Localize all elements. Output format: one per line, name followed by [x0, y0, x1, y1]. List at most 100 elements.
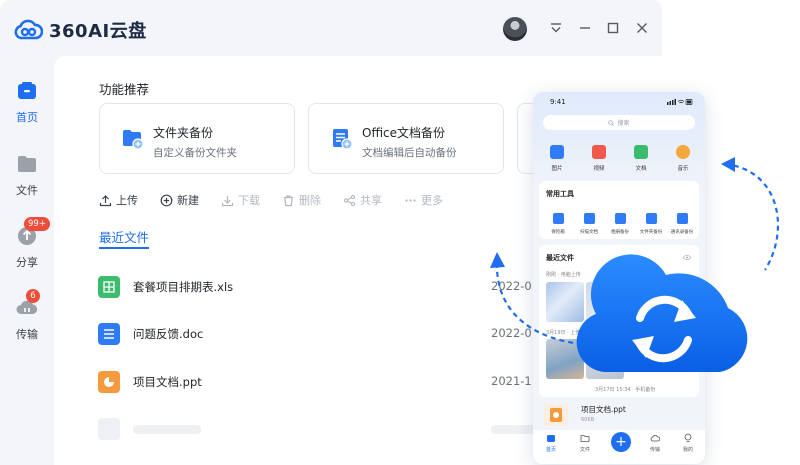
card-title: Office文档备份 — [362, 126, 446, 140]
phone-mockup: 9:41 搜索 图片 视频 文档 音乐 常用工具 保险箱 扫描文档 相册备份 文… — [533, 92, 705, 464]
phone-quick-videos[interactable]: 视频 — [579, 145, 619, 172]
placeholder-icon — [98, 418, 120, 440]
thumbnail-image[interactable] — [546, 339, 584, 379]
file-date: 2022-0 — [491, 279, 532, 293]
tool-label: 文件夹备份 — [639, 230, 663, 235]
user-icon — [684, 433, 692, 442]
search-icon — [608, 119, 615, 126]
cloud-icon — [650, 435, 660, 442]
tool-album-backup[interactable]: 相册备份 — [603, 213, 637, 235]
nav-label: 分享 — [16, 256, 38, 269]
app-logo: 360AI云盘 — [13, 17, 147, 43]
phone-quick-music[interactable]: 音乐 — [663, 145, 703, 172]
thumbnail-image[interactable] — [586, 282, 624, 322]
nav-item-home[interactable]: 首页 — [0, 74, 54, 130]
thumbnail-image[interactable] — [546, 282, 584, 322]
section-title: 功能推荐 — [99, 82, 150, 97]
dashed-arrow-path — [724, 162, 779, 271]
file-name: 套餐项目排期表.xls — [133, 280, 234, 294]
phone-search-bar[interactable]: 搜索 — [543, 115, 695, 130]
transfer-cloud-icon: 6 — [16, 289, 40, 319]
safe-icon — [552, 213, 564, 224]
file-name: 项目文档.ppt — [133, 375, 202, 389]
nav-item-share[interactable]: 99+ 分享 — [0, 217, 54, 275]
card-subtitle: 自定义备份文件夹 — [153, 147, 237, 159]
tab-label: 首页 — [545, 447, 556, 453]
phone-file-name: 项目文档.ppt — [581, 405, 626, 414]
maximize-button[interactable] — [603, 18, 623, 38]
nav-item-transfer[interactable]: 6 传输 — [0, 289, 54, 347]
recent-meta: 3月17日 15:34 · 手机备份 — [595, 387, 656, 393]
share-nodes-icon — [343, 194, 356, 206]
create-button[interactable]: 新建 — [160, 191, 199, 209]
phone-status-icons — [667, 99, 693, 105]
scan-icon — [583, 213, 595, 224]
download-button[interactable]: 下载 — [221, 191, 260, 209]
phone-add-button[interactable]: + — [611, 432, 631, 452]
upload-label: 上传 — [116, 194, 138, 207]
upload-icon — [99, 194, 112, 206]
delete-button[interactable]: 删除 — [282, 191, 321, 209]
phone-bottom-nav: 首页 文件 + 传输 我的 — [533, 430, 705, 464]
delete-label: 删除 — [299, 194, 321, 207]
card-title: 文件夹备份 — [153, 126, 214, 140]
phone-file-row[interactable]: 项目文档.ppt 60KB — [539, 400, 699, 430]
trash-icon — [284, 194, 293, 206]
phone-tab-files[interactable]: 文件 — [570, 433, 600, 453]
dropdown-menu-button[interactable] — [546, 18, 566, 38]
file-date: 2021-11 — [491, 374, 540, 388]
phone-tab-home[interactable]: 首页 — [536, 433, 566, 453]
phone-tools-card: 常用工具 保险箱 扫描文档 相册备份 文件夹备份 通讯录备份 — [539, 181, 699, 239]
phone-tab-mine[interactable]: 我的 — [673, 433, 703, 453]
card-subtitle: 文档编辑后自动备份 — [362, 147, 457, 159]
tool-label: 相册备份 — [611, 230, 629, 235]
doc-icon — [98, 323, 120, 345]
quick-label: 图片 — [551, 166, 563, 172]
transfer-badge: 6 — [26, 289, 40, 303]
spreadsheet-icon — [98, 276, 120, 298]
tool-safe[interactable]: 保险箱 — [541, 213, 575, 235]
tool-contacts-backup[interactable]: 通讯录备份 — [665, 213, 699, 235]
close-button[interactable] — [632, 18, 652, 38]
tool-label: 保险箱 — [551, 230, 565, 235]
phone-search-placeholder: 搜索 — [617, 120, 630, 127]
ppt-icon — [98, 371, 120, 393]
share-button[interactable]: 共享 — [343, 191, 382, 209]
stage: 360AI云盘 首页 文件 99+ 分享 6 传输 功能推荐 文件夹备份 自定义… — [0, 0, 800, 465]
create-label: 新建 — [177, 194, 199, 207]
office-backup-card[interactable]: Office文档备份 文档编辑后自动备份 — [308, 103, 504, 174]
phone-tab-transfer[interactable]: 传输 — [640, 433, 670, 453]
ppt-icon — [544, 404, 568, 426]
recent-meta: 3月19日 · 上传 — [546, 330, 581, 336]
folder-icon — [16, 153, 38, 175]
user-avatar[interactable] — [503, 17, 527, 41]
image-icon — [550, 145, 564, 159]
more-button[interactable]: 更多 — [404, 191, 443, 209]
plus-circle-icon — [160, 194, 173, 206]
document-icon — [634, 145, 648, 159]
thumbnail-image[interactable] — [586, 339, 624, 379]
tool-folder-backup[interactable]: 文件夹备份 — [634, 213, 668, 235]
phone-quick-images[interactable]: 图片 — [537, 145, 577, 172]
tab-label: 传输 — [649, 447, 660, 453]
nav-item-files[interactable]: 文件 — [0, 147, 54, 203]
chevron-down-icon — [551, 23, 561, 33]
nav-label: 传输 — [16, 328, 38, 341]
quick-label: 视频 — [593, 166, 605, 172]
nav-label: 文件 — [16, 184, 38, 197]
upload-button[interactable]: 上传 — [99, 191, 138, 209]
share-badge: 99+ — [24, 217, 50, 231]
video-icon — [592, 145, 606, 159]
tab-recent-files[interactable]: 最近文件 — [99, 227, 149, 246]
quick-label: 音乐 — [677, 166, 689, 172]
home-icon — [547, 435, 555, 442]
phone-quick-docs[interactable]: 文档 — [621, 145, 661, 172]
minimize-button[interactable] — [575, 18, 595, 38]
tool-scan[interactable]: 扫描文档 — [572, 213, 606, 235]
more-label: 更多 — [421, 194, 443, 207]
recent-title: 最近文件 — [546, 254, 574, 262]
minimize-icon — [580, 27, 590, 29]
download-label: 下载 — [238, 194, 260, 207]
quick-label: 文档 — [635, 166, 647, 172]
folder-backup-card[interactable]: 文件夹备份 自定义备份文件夹 — [99, 103, 295, 174]
